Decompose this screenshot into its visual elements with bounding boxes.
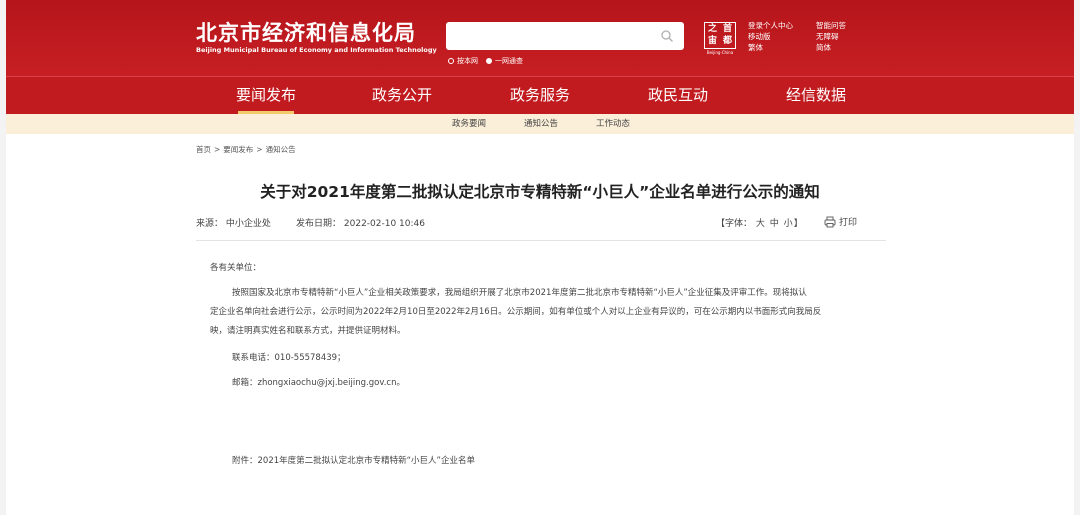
contact-phone: 联系电话：010-55578439； (232, 353, 346, 363)
search-scope: 按本网 一网通查 (448, 56, 523, 66)
meta-divider (196, 240, 886, 241)
logo-char: 之 (707, 23, 717, 34)
article-title: 关于对2021年度第二批拟认定北京市专精特新“小巨人”企业名单进行公示的通知 (260, 183, 820, 201)
print-label: 打印 (839, 218, 858, 228)
article-body: 按照国家及北京市专精特新“小巨人”企业相关政策要求，我局组织开展了北京市2021… (210, 284, 880, 341)
top-links: 登录个人中心 智能问答 移动版 无障碍 繁体 简体 (748, 21, 876, 53)
smart-qa-link[interactable]: 智能问答 (816, 21, 876, 31)
sub-nav-work-updates[interactable]: 工作动态 (596, 114, 630, 134)
body-line: 映，请注明真实姓名和联系方式，并提供证明材料。 (210, 326, 406, 336)
login-link[interactable]: 登录个人中心 (748, 21, 816, 31)
font-size-large[interactable]: 大 (756, 219, 765, 229)
accessibility-link[interactable]: 无障碍 (816, 32, 876, 42)
search-box (446, 22, 684, 51)
logo-caption: Beijing·China (706, 50, 734, 55)
main-nav: 要闻发布 政务公开 政务服务 政民互动 经信数据 (6, 76, 1074, 114)
font-size-label: 【字体： (716, 219, 753, 229)
nav-item-interaction[interactable]: 政民互动 (644, 77, 712, 114)
mobile-link[interactable]: 移动版 (748, 32, 816, 42)
font-size-selector: 【字体： 大 中 小】 (716, 216, 803, 229)
radio-off-icon (448, 58, 454, 64)
nav-item-gov-service[interactable]: 政务服务 (506, 77, 574, 114)
site-header: 北京市经济和信息化局 Beijing Municipal Bureau of E… (6, 0, 1074, 76)
breadcrumb-news[interactable]: 要闻发布 (223, 145, 253, 154)
contact-email: 邮箱：zhongxiaochu@jxj.beijing.gov.cn。 (232, 378, 405, 388)
nav-item-gov-info[interactable]: 政务公开 (368, 77, 436, 114)
breadcrumb-separator: > (214, 145, 221, 154)
logo-char: 首 (722, 23, 732, 34)
print-button[interactable]: 打印 (824, 215, 857, 228)
sub-nav-notices[interactable]: 通知公告 (524, 114, 558, 134)
source-value: 中小企业处 (225, 219, 271, 229)
attachment-link[interactable]: 附件：2021年度第二批拟认定北京市专精特新“小巨人”企业名单 (210, 452, 902, 471)
traditional-chinese-link[interactable]: 繁体 (748, 43, 816, 53)
capital-logo[interactable]: 之 首 宙 都 Beijing·China (704, 22, 736, 56)
body-line: 按照国家及北京市专精特新“小巨人”企业相关政策要求，我局组织开展了北京市2021… (232, 288, 807, 298)
simplified-chinese-link[interactable]: 简体 (816, 43, 876, 53)
site-subtitle: Beijing Municipal Bureau of Economy and … (196, 46, 437, 54)
search-scope-all-label: 一网通查 (495, 57, 523, 65)
source-label: 来源： (196, 219, 224, 229)
search-scope-site-label: 按本网 (457, 57, 478, 65)
capital-logo-mark: 之 首 宙 都 (704, 22, 736, 49)
printer-icon (824, 216, 836, 227)
search-input[interactable] (454, 23, 658, 51)
article-greeting: 各有关单位： (210, 263, 262, 273)
date-label: 发布日期： (296, 219, 342, 229)
article-source: 来源： 中小企业处 (196, 216, 271, 229)
logo-char: 都 (722, 36, 732, 47)
breadcrumb: 首页 > 要闻发布 > 通知公告 (196, 144, 296, 155)
article-meta: 来源： 中小企业处 发布日期： 2022-02-10 10:46 【字体： 大 … (196, 216, 886, 236)
sub-nav: 政务要闻 通知公告 工作动态 (6, 114, 1074, 134)
page-right-gutter (1074, 0, 1080, 515)
logo-char: 宙 (707, 36, 717, 47)
search-scope-site[interactable]: 按本网 (448, 56, 478, 66)
date-value: 2022-02-10 10:46 (343, 219, 425, 229)
body-line: 定企业名单向社会进行公示，公示时间为2022年2月10日至2022年2月16日。… (210, 307, 822, 317)
breadcrumb-notices[interactable]: 通知公告 (266, 145, 296, 154)
article-date: 发布日期： 2022-02-10 10:46 (296, 216, 425, 229)
radio-on-icon (486, 58, 492, 64)
nav-item-news[interactable]: 要闻发布 (232, 77, 300, 114)
font-size-medium[interactable]: 中 (770, 219, 779, 229)
search-scope-all[interactable]: 一网通查 (486, 56, 523, 66)
breadcrumb-home[interactable]: 首页 (196, 145, 211, 154)
site-title[interactable]: 北京市经济和信息化局 (196, 17, 416, 47)
sub-nav-gov-news[interactable]: 政务要闻 (452, 114, 486, 134)
font-size-close: 】 (793, 219, 803, 229)
font-size-small[interactable]: 小 (784, 219, 793, 229)
nav-item-data[interactable]: 经信数据 (782, 77, 850, 114)
search-icon[interactable] (660, 29, 674, 43)
breadcrumb-separator: > (256, 145, 263, 154)
